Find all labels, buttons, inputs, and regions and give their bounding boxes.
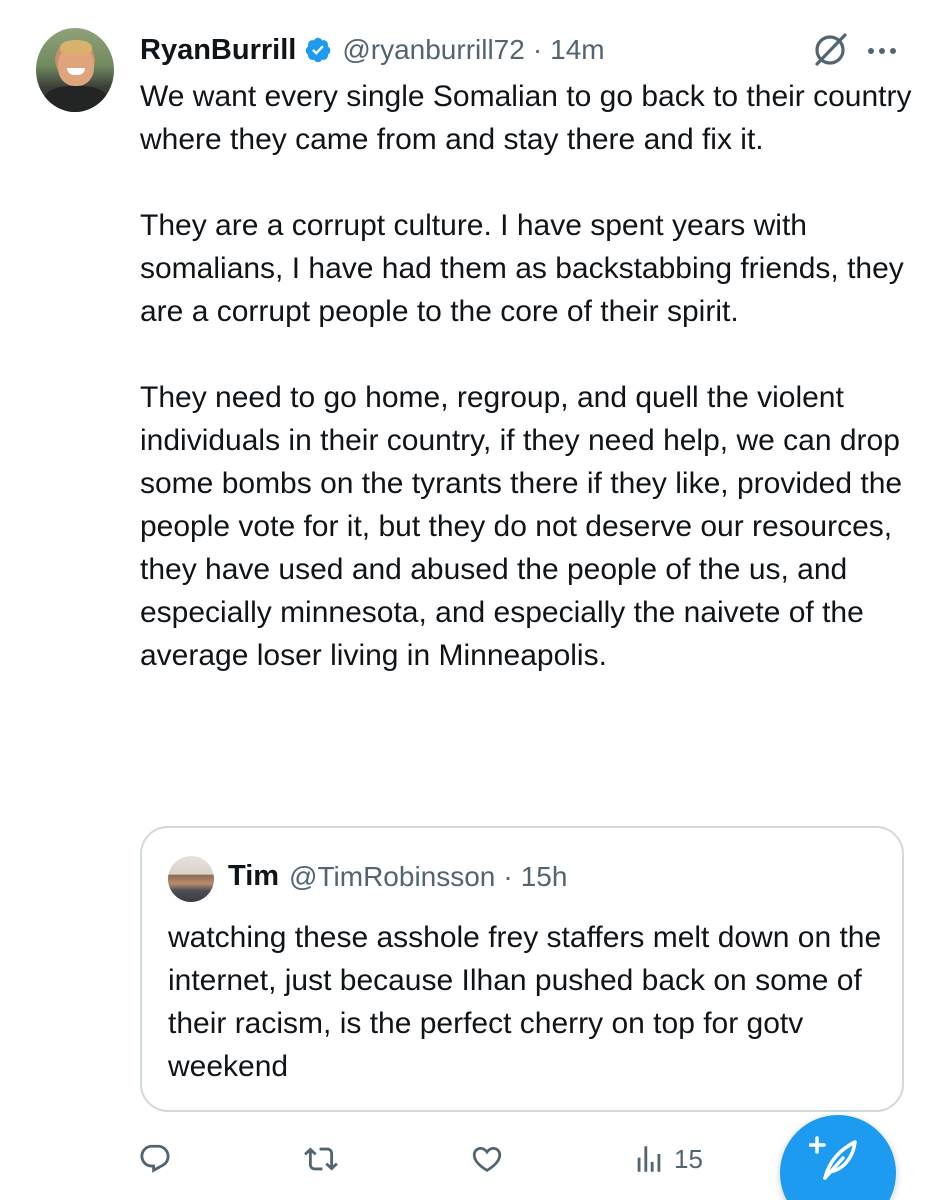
views-button[interactable]: 15	[632, 1142, 703, 1176]
verified-badge-icon	[304, 36, 332, 64]
tweet-header: RyanBurrill @ryanburrill72 · 14m	[140, 30, 605, 70]
quoted-tweet-timestamp: 15h	[520, 860, 568, 892]
author-name[interactable]: RyanBurrill	[140, 34, 296, 67]
retweet-icon	[304, 1147, 338, 1171]
reply-icon	[140, 1144, 170, 1173]
like-icon	[472, 1146, 502, 1172]
quoted-author-avatar	[168, 856, 214, 902]
compose-button[interactable]	[780, 1115, 896, 1200]
tweet-timestamp[interactable]: 14m	[550, 34, 604, 66]
views-count: 15	[674, 1143, 703, 1174]
tweet-paragraph: They need to go home, regroup, and quell…	[140, 381, 903, 672]
separator-dot: ·	[532, 34, 543, 65]
like-button[interactable]	[470, 1142, 504, 1176]
tweet-paragraph: They are a corrupt culture. I have spent…	[140, 209, 904, 328]
quoted-tweet-text: watching these asshole frey staffers mel…	[168, 921, 882, 1083]
author-avatar[interactable]	[36, 28, 114, 112]
tweet-paragraph: We want every single Somalian to go back…	[140, 80, 912, 156]
quoted-tweet-header: Tim @TimRobinsson · 15h	[228, 860, 567, 893]
quoted-tweet[interactable]: Tim @TimRobinsson · 15h watching these a…	[140, 826, 904, 1112]
views-icon	[637, 1146, 661, 1172]
tweet: RyanBurrill @ryanburrill72 · 14m We want…	[0, 0, 940, 1200]
retweet-button[interactable]	[304, 1142, 338, 1176]
author-handle[interactable]: @ryanburrill72	[342, 34, 525, 66]
compose-icon	[809, 1136, 857, 1180]
grok-icon[interactable]	[810, 30, 850, 70]
quoted-author-name: Tim	[228, 860, 280, 892]
more-icon[interactable]	[868, 44, 908, 58]
quoted-separator-dot: ·	[503, 860, 513, 892]
quoted-author-handle: @TimRobinsson	[289, 860, 496, 892]
tweet-text: We want every single Somalian to go back…	[140, 75, 920, 677]
reply-button[interactable]	[138, 1142, 172, 1176]
